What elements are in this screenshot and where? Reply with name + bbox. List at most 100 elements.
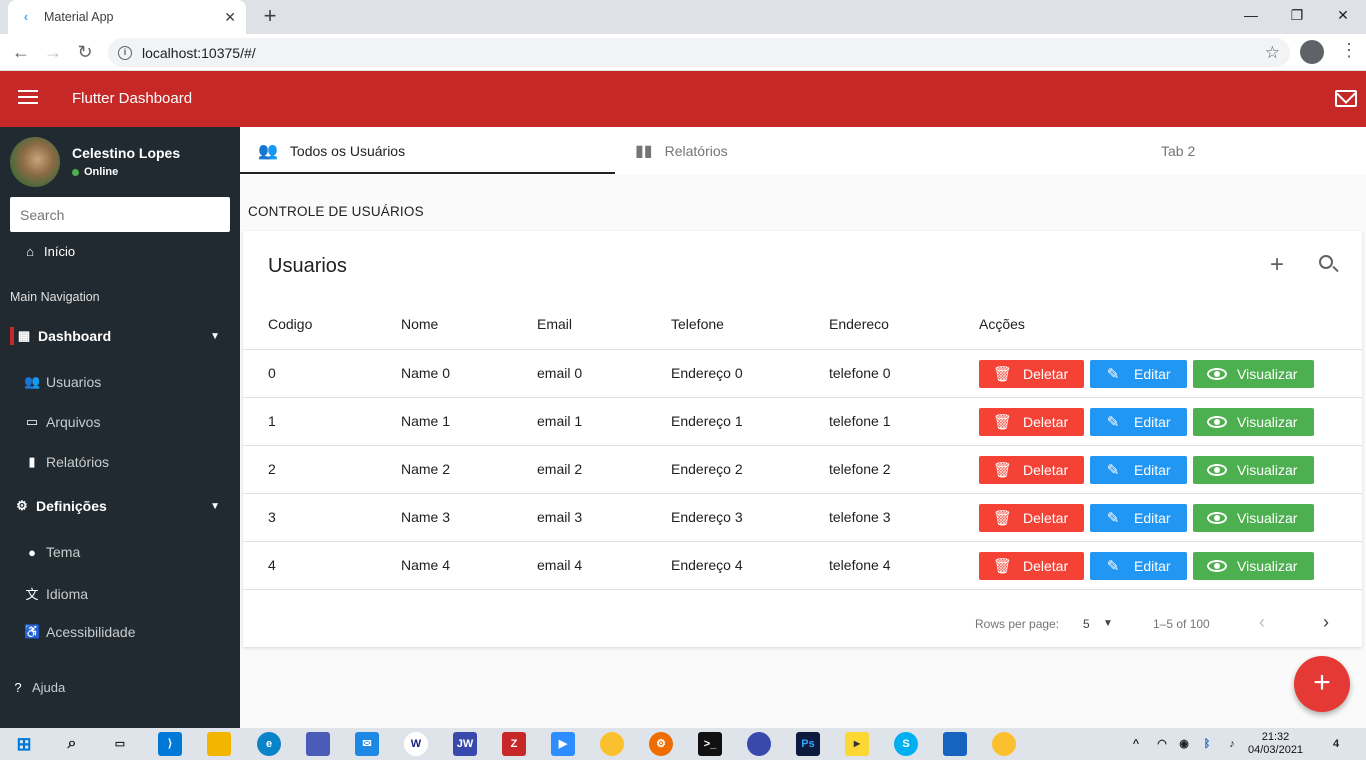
bar-chart-icon: ▮ [28,454,36,469]
column-header[interactable]: Codigo [268,316,312,332]
task-view-icon[interactable]: ▭ [108,732,132,756]
bookmark-star-icon[interactable]: ☆ [1265,43,1280,63]
delete-button[interactable]: 🗑 Deletar [979,360,1084,388]
sidebar-item-relatorios[interactable]: ▮ Relatórios [24,454,264,470]
clock-time: 21:32 [1261,731,1290,743]
browser-tab[interactable]: ‹ Material App ✕ [8,0,246,34]
sidebar-item-label: Ajuda [32,680,66,695]
column-header: Acções [979,316,1025,332]
delete-button[interactable]: 🗑 Deletar [979,504,1084,532]
bluetooth-icon[interactable]: ᛒ [1195,732,1219,756]
close-window-button[interactable]: ✕ [1320,0,1366,30]
terminal-icon[interactable]: >_ [698,732,722,756]
chrome-active-icon[interactable] [992,732,1016,756]
reload-icon[interactable]: ↻ [72,39,98,65]
previous-page-icon[interactable]: ‹ [1259,612,1265,633]
player-icon[interactable]: ▶ [845,732,869,756]
volume-icon[interactable]: ♪ [1220,732,1244,756]
search-icon[interactable] [1319,255,1333,269]
windows-start-icon[interactable]: ⊞ [12,732,36,756]
rows-per-page-select[interactable]: 5 [1083,617,1090,631]
button-label: Visualizar [1237,462,1298,478]
edit-button[interactable]: ✎ Editar [1090,504,1187,532]
button-label: Editar [1134,558,1171,574]
clock[interactable]: 21:32 04/03/2021 [1248,731,1303,757]
view-button[interactable]: Visualizar [1193,552,1314,580]
tab-relatorios[interactable]: ▮▮ Relatórios [635,127,728,175]
sidebar-item-arquivos[interactable]: ▭ Arquivos [24,414,264,430]
tab-2[interactable]: Tab 2 [1161,127,1195,175]
zoom-icon[interactable]: ▶ [551,732,575,756]
view-button[interactable]: Visualizar [1193,504,1314,532]
next-page-icon[interactable]: › [1323,612,1329,633]
notification-icon[interactable]: 4 [1324,732,1348,756]
jw-icon[interactable]: JW [453,732,477,756]
edge-icon[interactable]: e [257,732,281,756]
trash-icon: 🗑 [993,462,1013,479]
sidebar-item-ajuda[interactable]: ? Ajuda [10,680,250,695]
menu-icon[interactable] [18,90,38,106]
tray-chevron-icon[interactable]: ^ [1124,732,1148,756]
address-bar[interactable]: i localhost:10375/#/ ☆ [108,38,1290,67]
button-label: Visualizar [1237,558,1298,574]
mail-icon[interactable] [1335,90,1357,107]
delete-button[interactable]: 🗑 Deletar [979,408,1084,436]
table-cell: Endereço 1 [671,413,743,429]
vscode-icon[interactable]: ⟩ [158,732,182,756]
column-header[interactable]: Email [537,316,572,332]
app-icon[interactable]: W [404,732,428,756]
search-input[interactable]: Search [10,197,230,232]
edit-button[interactable]: ✎ Editar [1090,408,1187,436]
search-icon[interactable]: ⌕ [60,732,84,756]
profile-icon[interactable] [1300,40,1324,64]
git-icon[interactable]: ⚙ [649,732,673,756]
eclipse-icon[interactable] [747,732,771,756]
wifi-icon[interactable]: ◠ [1150,732,1174,756]
taskbar: ⊞ ⌕ ▭ ⟩ e ✉ W JW Z ▶ ⚙ >_ Ps ▶ S ^ ◠ ◉ ᛒ… [0,728,1366,760]
column-header[interactable]: Endereco [829,316,889,332]
edit-button[interactable]: ✎ Editar [1090,456,1187,484]
add-icon[interactable]: + [1270,251,1284,279]
close-tab-icon[interactable]: ✕ [224,9,236,26]
translate-icon: 文 [25,587,39,602]
view-button[interactable]: Visualizar [1193,408,1314,436]
sidebar-item-dashboard[interactable]: ▦ Dashboard ▼ [16,328,240,344]
photoshop-icon[interactable]: Ps [796,732,820,756]
more-menu-icon[interactable]: ⋮ [1340,40,1358,61]
view-button[interactable]: Visualizar [1193,360,1314,388]
table-cell: Name 0 [401,365,451,381]
chrome-tray-icon[interactable]: ◉ [1172,732,1196,756]
store-icon[interactable] [306,732,330,756]
minimize-button[interactable]: — [1228,0,1274,30]
filezilla-icon[interactable]: Z [502,732,526,756]
edit-button[interactable]: ✎ Editar [1090,552,1187,580]
sidebar-item-acessibilidade[interactable]: ♿ Acessibilidade [24,624,264,640]
back-icon[interactable]: ← [8,39,34,65]
view-button[interactable]: Visualizar [1193,456,1314,484]
file-explorer-icon[interactable] [207,732,231,756]
edit-button[interactable]: ✎ Editar [1090,360,1187,388]
column-header[interactable]: Telefone [671,316,724,332]
dropdown-arrow-icon[interactable]: ▼ [1103,618,1113,629]
forward-icon[interactable]: → [40,39,66,65]
network-app-icon[interactable] [943,732,967,756]
sidebar-item-tema[interactable]: ● Tema [24,544,264,560]
skype-icon[interactable]: S [894,732,918,756]
bar-chart-icon: ▮▮ [635,143,653,160]
delete-button[interactable]: 🗑 Deletar [979,456,1084,484]
new-tab-button[interactable]: + [258,4,282,28]
sidebar-item-home[interactable]: ⌂ Início [22,244,222,259]
tab-todos-usuarios[interactable]: 👥 Todos os Usuários [258,127,405,175]
chrome-icon[interactable] [600,732,624,756]
sidebar-item-usuarios[interactable]: 👥 Usuarios [24,374,264,390]
sidebar: Celestino Lopes Online Search ⌂ Início Ma… [0,127,240,728]
mail-app-icon[interactable]: ✉ [355,732,379,756]
restore-button[interactable]: ❐ [1274,0,1320,30]
sidebar-item-idioma[interactable]: 文 Idioma [24,584,264,603]
info-icon[interactable]: i [118,45,132,60]
delete-button[interactable]: 🗑 Deletar [979,552,1084,580]
flutter-icon: ‹ [23,10,29,24]
sidebar-item-definicoes[interactable]: ⚙ Definições ▼ [14,498,240,514]
column-header[interactable]: Nome [401,316,438,332]
add-fab-button[interactable]: + [1294,656,1350,712]
